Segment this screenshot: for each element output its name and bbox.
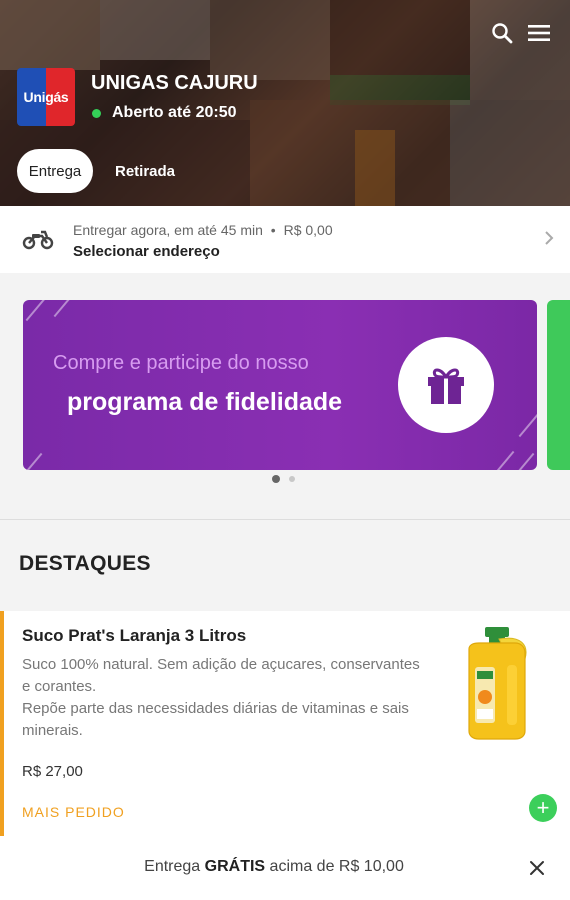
motorcycle-icon: [22, 228, 54, 255]
tab-entrega[interactable]: Entrega: [17, 149, 93, 193]
logo-text: Unigás: [23, 89, 69, 105]
delivery-fee: R$ 0,00: [283, 222, 333, 238]
order-mode-tabs: Entrega Retirada: [17, 149, 187, 193]
free-delivery-text: Entrega GRÁTIS acima de R$ 10,00: [144, 858, 404, 875]
chevron-right-icon: [544, 230, 554, 251]
card-accent: [0, 611, 4, 836]
delivery-time: Entregar agora, em até 45 min • R$ 0,00: [73, 222, 333, 238]
product-image[interactable]: [459, 625, 535, 741]
close-icon[interactable]: [527, 858, 547, 878]
page-dot[interactable]: [289, 476, 295, 482]
status-indicator: [92, 108, 101, 118]
add-to-cart-button[interactable]: +: [529, 794, 557, 822]
store-name: UNIGAS CAJURU: [91, 72, 258, 94]
next-banner-peek[interactable]: [547, 300, 570, 470]
delivery-info-bar[interactable]: [0, 206, 570, 273]
status-text: Aberto até 20:50: [112, 104, 237, 121]
search-icon[interactable]: [489, 20, 515, 46]
store-logo: Unigás: [17, 68, 75, 126]
select-address-label[interactable]: Selecionar endereço: [73, 243, 220, 260]
divider: [0, 519, 570, 520]
carousel-pagination: [272, 475, 295, 483]
banner-line-1: Compre e participe do nosso: [53, 352, 309, 374]
banner-line-2: programa de fidelidade: [67, 388, 343, 416]
section-title: DESTAQUES: [19, 552, 151, 575]
store-status: Aberto até 20:50: [92, 104, 237, 122]
tab-retirada[interactable]: Retirada: [103, 149, 187, 193]
gift-icon: [398, 337, 494, 433]
menu-icon[interactable]: [526, 20, 552, 46]
product-description: Suco 100% natural. Sem adição de açucare…: [22, 656, 420, 739]
product-badge: MAIS PEDIDO: [22, 804, 125, 820]
loyalty-banner[interactable]: Compre e participe do nosso programa de …: [23, 300, 537, 470]
product-title: Suco Prat's Laranja 3 Litros: [22, 626, 247, 645]
page-dot-active[interactable]: [272, 475, 280, 483]
product-price: R$ 27,00: [22, 763, 83, 780]
